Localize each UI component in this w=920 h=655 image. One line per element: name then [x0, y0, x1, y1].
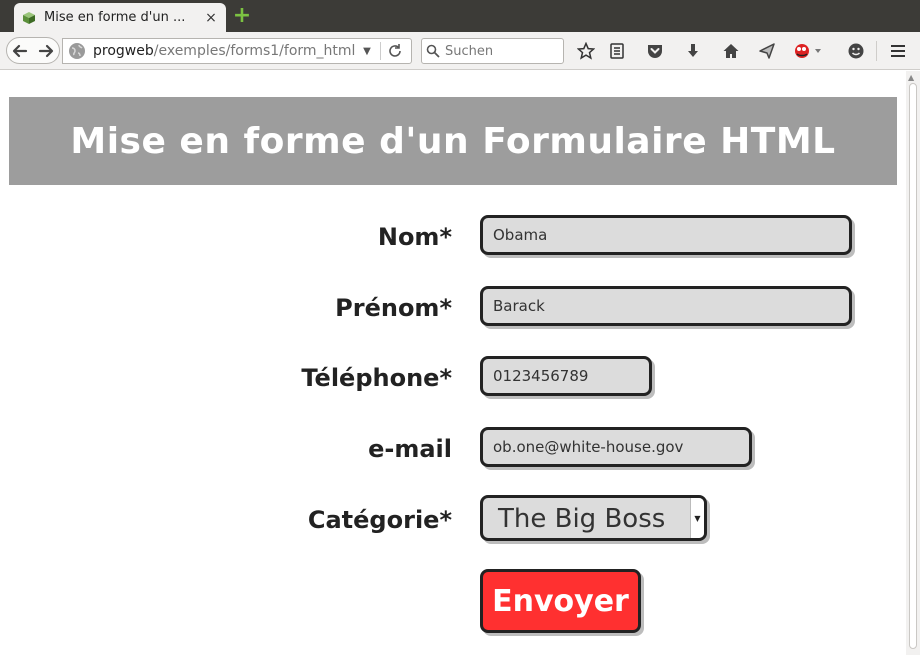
globe-icon: [69, 43, 85, 59]
send-button[interactable]: [757, 41, 777, 61]
forward-icon: [38, 44, 54, 57]
submit-button[interactable]: Envoyer: [480, 569, 641, 633]
url-bar[interactable]: progweb/exemples/forms1/form_html ▼: [62, 38, 412, 64]
history-buttons: [6, 37, 60, 64]
back-button[interactable]: [7, 38, 33, 63]
url-host: progweb: [93, 43, 154, 59]
nom-label: Nom*: [377, 223, 452, 251]
tab-title: Mise en forme d'un ...: [44, 10, 186, 25]
nom-input[interactable]: [480, 215, 852, 255]
extension-icon: [795, 44, 821, 58]
download-icon: [688, 44, 698, 57]
active-tab[interactable]: Mise en forme d'un ... ×: [14, 3, 226, 32]
bookmark-star-icon: [577, 42, 595, 60]
favicon-icon: [23, 11, 35, 24]
prenom-label: Prénom*: [335, 294, 452, 322]
search-input[interactable]: [445, 43, 555, 59]
send-icon: [759, 43, 775, 59]
email-input[interactable]: [480, 427, 752, 467]
categorie-select[interactable]: The Big Boss ▼: [480, 495, 707, 541]
plus-icon[interactable]: +: [232, 5, 252, 27]
url-text: progweb/exemples/forms1/form_html: [93, 43, 360, 59]
menu-button[interactable]: [888, 41, 908, 61]
home-icon: [723, 44, 739, 58]
menu-icon: [891, 45, 905, 57]
toolbar-divider: [876, 41, 877, 61]
dropdown-icon[interactable]: ▼: [360, 46, 374, 57]
scroll-up-icon[interactable]: ▲: [908, 73, 914, 82]
pocket-button[interactable]: [645, 41, 665, 61]
smiley-icon: [848, 43, 864, 59]
reading-list-button[interactable]: [607, 41, 627, 61]
search-icon: [426, 44, 440, 58]
emoji-button[interactable]: [846, 41, 866, 61]
reading-list-icon: [610, 43, 624, 59]
chevron-down-icon[interactable]: ▼: [690, 498, 704, 538]
search-bar[interactable]: [421, 38, 564, 64]
back-icon: [12, 44, 28, 57]
prenom-input[interactable]: [480, 286, 852, 326]
page-banner: Mise en forme d'un Formulaire HTML: [9, 97, 897, 185]
download-button[interactable]: [683, 41, 703, 61]
reload-icon[interactable]: [387, 43, 403, 59]
telephone-input[interactable]: [480, 356, 652, 396]
page-title: Mise en forme d'un Formulaire HTML: [70, 120, 836, 162]
forward-button[interactable]: [33, 38, 59, 63]
navigation-bar: progweb/exemples/forms1/form_html ▼: [0, 32, 920, 70]
home-button[interactable]: [721, 41, 741, 61]
close-icon[interactable]: ×: [204, 10, 218, 26]
categorie-label: Catégorie*: [307, 506, 452, 534]
extension-button[interactable]: [793, 41, 823, 61]
scrollbar-thumb[interactable]: [909, 83, 917, 649]
url-divider: [380, 42, 381, 60]
pocket-icon: [648, 45, 662, 58]
bookmark-button[interactable]: [576, 41, 596, 61]
telephone-label: Téléphone*: [301, 364, 452, 392]
tab-bar: Mise en forme d'un ... × +: [0, 0, 920, 32]
categorie-selected-value: The Big Boss: [498, 504, 666, 534]
email-label: e-mail: [368, 435, 452, 463]
vertical-scrollbar[interactable]: ▲: [906, 71, 920, 655]
url-path: /exemples/forms1/form_html: [153, 43, 356, 59]
